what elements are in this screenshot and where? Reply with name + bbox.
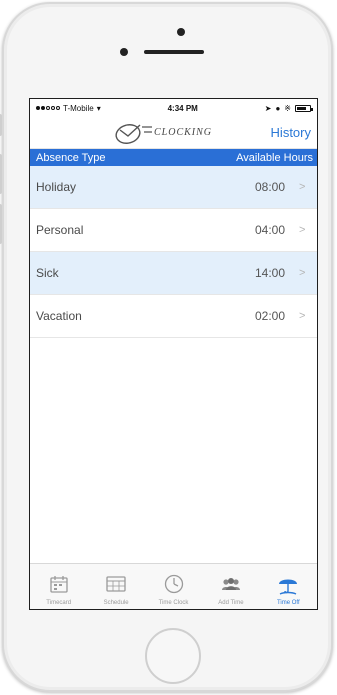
app-screen: T-Mobile ▾ 4:34 PM ➤ ● ※ CLOCKING Histor… bbox=[29, 98, 318, 610]
available-hours-value: 08:00 bbox=[254, 180, 285, 194]
status-time: 4:34 PM bbox=[167, 103, 198, 113]
mute-switch bbox=[0, 114, 2, 136]
umbrella-icon bbox=[274, 570, 302, 598]
signal-strength-icon bbox=[36, 106, 60, 110]
tab-label: Timecard bbox=[46, 600, 72, 606]
available-hours-value: 14:00 bbox=[254, 266, 285, 280]
home-button[interactable] bbox=[145, 628, 201, 684]
absence-type-name: Personal bbox=[36, 223, 84, 237]
available-hours-value: 04:00 bbox=[254, 223, 285, 237]
logo-text: CLOCKING bbox=[154, 127, 213, 138]
absence-row-sick[interactable]: Sick 14:00 > bbox=[30, 252, 317, 295]
navigation-bar: CLOCKING History bbox=[30, 117, 317, 149]
tab-time-clock[interactable]: Time Clock bbox=[145, 564, 202, 609]
absence-type-name: Vacation bbox=[36, 309, 82, 323]
clock-icon bbox=[160, 570, 188, 598]
absence-row-holiday[interactable]: Holiday 08:00 > bbox=[30, 166, 317, 209]
absence-type-header: Absence Type bbox=[36, 151, 106, 164]
bluetooth-icon: ※ bbox=[284, 103, 291, 113]
tab-schedule[interactable]: Schedule bbox=[87, 564, 144, 609]
chevron-right-icon: > bbox=[299, 224, 306, 236]
absence-row-personal[interactable]: Personal 04:00 > bbox=[30, 209, 317, 252]
tab-bar: Timecard Schedule Time Clock Add Time Ti… bbox=[30, 563, 317, 609]
tab-time-off[interactable]: Time Off bbox=[260, 564, 317, 609]
tab-label: Time Clock bbox=[158, 600, 189, 606]
schedule-icon bbox=[102, 570, 130, 598]
chevron-right-icon: > bbox=[299, 181, 306, 193]
people-icon bbox=[217, 570, 245, 598]
proximity-sensor bbox=[120, 48, 128, 56]
location-icon: ➤ bbox=[264, 103, 272, 113]
volume-down-button bbox=[0, 204, 2, 244]
tab-label: Add Time bbox=[218, 600, 244, 606]
absence-type-name: Sick bbox=[36, 266, 59, 280]
absence-row-vacation[interactable]: Vacation 02:00 > bbox=[30, 295, 317, 338]
chevron-right-icon: > bbox=[299, 267, 306, 279]
tab-label: Time Off bbox=[276, 600, 300, 606]
carrier-label: T-Mobile bbox=[63, 103, 94, 113]
battery-icon bbox=[295, 104, 313, 112]
tab-label: Schedule bbox=[103, 600, 129, 606]
available-hours-header: Available Hours bbox=[236, 151, 313, 164]
calendar-icon bbox=[45, 570, 73, 598]
history-button[interactable]: History bbox=[271, 125, 311, 140]
earpiece-speaker bbox=[144, 50, 204, 54]
front-camera bbox=[177, 28, 185, 36]
available-hours-value: 02:00 bbox=[254, 309, 285, 323]
wifi-icon: ▾ bbox=[96, 103, 101, 113]
chevron-right-icon: > bbox=[299, 310, 306, 322]
column-header: Absence Type Available Hours bbox=[30, 149, 317, 166]
volume-up-button bbox=[0, 154, 2, 194]
tab-add-time[interactable]: Add Time bbox=[202, 564, 259, 609]
absence-type-name: Holiday bbox=[36, 180, 77, 194]
status-bar: T-Mobile ▾ 4:34 PM ➤ ● ※ bbox=[30, 99, 317, 117]
app-logo: CLOCKING bbox=[114, 121, 238, 147]
tab-timecard[interactable]: Timecard bbox=[30, 564, 87, 609]
phone-frame: T-Mobile ▾ 4:34 PM ➤ ● ※ CLOCKING Histor… bbox=[0, 2, 333, 692]
alarm-icon: ● bbox=[275, 103, 281, 113]
